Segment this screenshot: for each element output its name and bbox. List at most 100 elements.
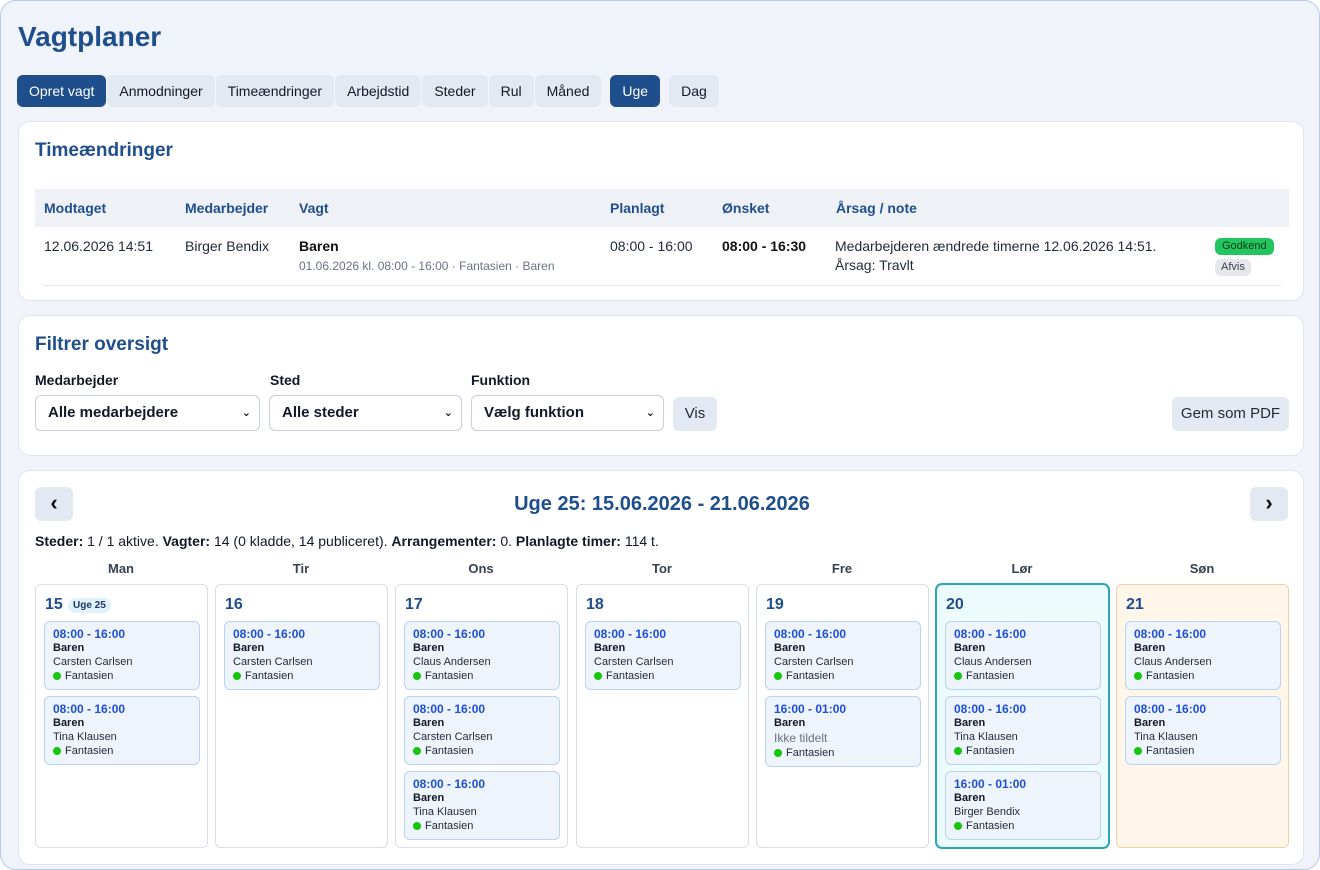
shift-function-label: Fantasien xyxy=(966,745,1015,757)
status-dot-icon xyxy=(53,747,61,755)
row-divider xyxy=(43,285,1281,286)
stats-hours-label: Planlagte timer: xyxy=(515,533,621,549)
day-name-header: Ons xyxy=(468,561,494,576)
tab-requests[interactable]: Anmodninger xyxy=(107,75,215,107)
save-pdf-button[interactable]: Gem som PDF xyxy=(1172,397,1289,431)
shift-card[interactable]: 08:00 - 16:00 Baren Tina Klausen Fantasien xyxy=(1125,696,1281,765)
reject-button[interactable]: Afvis xyxy=(1215,259,1251,276)
stats-shifts-value: 14 (0 kladde, 14 publiceret). xyxy=(213,533,388,549)
function-filter-label: Funktion xyxy=(471,372,531,388)
shift-name-cell: Baren xyxy=(299,238,339,254)
next-week-button[interactable]: › xyxy=(1250,487,1288,521)
shift-function: Fantasien xyxy=(53,744,191,758)
day-number: 19 xyxy=(766,596,784,613)
column-header-reason: Årsag / note xyxy=(836,200,917,216)
planned-cell: 08:00 - 16:00 xyxy=(610,238,693,254)
day-number: 17 xyxy=(405,596,423,613)
shift-time: 08:00 - 16:00 xyxy=(1134,627,1207,641)
shift-employee: Claus Andersen xyxy=(413,656,491,668)
day-column[interactable]: 15 Uge 25 08:00 - 16:00 Baren Carsten Carlse… xyxy=(35,584,208,848)
shift-function-label: Fantasien xyxy=(1146,670,1195,682)
shift-function: Fantasien xyxy=(413,819,551,833)
shift-card[interactable]: 08:00 - 16:00 Baren Tina Klausen Fantasien xyxy=(945,696,1101,765)
day-column[interactable]: 17 08:00 - 16:00 Baren Claus Andersen Fantas… xyxy=(395,584,568,848)
shift-function-label: Fantasien xyxy=(606,670,655,682)
day-number: 15 xyxy=(45,596,63,613)
shift-function: Fantasien xyxy=(774,746,912,760)
shift-card[interactable]: 08:00 - 16:00 Baren Carsten Carlsen Fantasi… xyxy=(44,621,200,690)
shift-card[interactable]: 16:00 - 01:00 Baren Birger Bendix Fantasien xyxy=(945,771,1101,840)
shift-card[interactable]: 16:00 - 01:00 Baren Ikke tildelt Fantasien xyxy=(765,696,921,767)
tab-hour-changes[interactable]: Timeændringer xyxy=(215,75,335,107)
shift-card[interactable]: 08:00 - 16:00 Baren Carsten Carlsen Fantasi… xyxy=(585,621,741,690)
day-column[interactable]: 20 08:00 - 16:00 Baren Claus Andersen Fantas… xyxy=(936,584,1109,848)
table-header: Modtaget Medarbejder Vagt Planlagt Ønske… xyxy=(35,189,1289,227)
shift-function: Fantasien xyxy=(233,669,371,683)
place-select[interactable]: Alle steder ⌄ xyxy=(269,395,462,431)
shift-function: Fantasien xyxy=(1134,669,1272,683)
day-column[interactable]: 19 08:00 - 16:00 Baren Carsten Carlsen Fanta… xyxy=(756,584,929,848)
day-column[interactable]: 21 08:00 - 16:00 Baren Claus Andersen Fantas… xyxy=(1116,584,1289,848)
stats-places-value: 1 / 1 aktive. xyxy=(87,533,159,549)
approve-button[interactable]: Godkend xyxy=(1215,238,1274,255)
day-name-header: Man xyxy=(108,561,134,576)
shift-employee: Carsten Carlsen xyxy=(233,656,313,668)
day-number: 20 xyxy=(946,596,964,613)
view-week[interactable]: Uge xyxy=(610,75,661,107)
chevron-down-icon: ⌄ xyxy=(443,407,453,419)
status-dot-icon xyxy=(954,822,962,830)
shift-function-label: Fantasien xyxy=(425,670,474,682)
shift-card[interactable]: 08:00 - 16:00 Baren Carsten Carlsen Fantasi… xyxy=(404,696,560,765)
shift-place: Baren xyxy=(954,717,986,729)
shift-card[interactable]: 08:00 - 16:00 Baren Claus Andersen Fantasie… xyxy=(1125,621,1281,690)
shift-function-label: Fantasien xyxy=(786,747,835,759)
shift-card[interactable]: 08:00 - 16:00 Baren Carsten Carlsen Fantasi… xyxy=(765,621,921,690)
view-day[interactable]: Dag xyxy=(669,75,719,107)
shift-employee: Tina Klausen xyxy=(954,731,1018,743)
shift-card[interactable]: 08:00 - 16:00 Baren Tina Klausen Fantasien xyxy=(44,696,200,765)
hour-changes-card: Timeændringer Modtaget Medarbejder Vagt … xyxy=(18,121,1304,301)
shift-employee: Carsten Carlsen xyxy=(413,731,493,743)
shift-function: Fantasien xyxy=(1134,744,1272,758)
shift-card[interactable]: 08:00 - 16:00 Baren Claus Andersen Fantasie… xyxy=(404,621,560,690)
shift-time: 08:00 - 16:00 xyxy=(774,627,847,641)
status-dot-icon xyxy=(774,672,782,680)
shift-employee: Carsten Carlsen xyxy=(594,656,674,668)
shift-function-label: Fantasien xyxy=(65,670,114,682)
shift-place: Baren xyxy=(954,642,986,654)
day-name-header: Lør xyxy=(1011,561,1033,576)
shift-card[interactable]: 08:00 - 16:00 Baren Tina Klausen Fantasien xyxy=(404,771,560,840)
filter-card: Filtrer oversigt Medarbejder Alle medarb… xyxy=(18,315,1304,456)
status-dot-icon xyxy=(1134,672,1142,680)
employee-select[interactable]: Alle medarbejdere ⌄ xyxy=(35,395,260,431)
shift-place: Baren xyxy=(413,717,445,729)
status-dot-icon xyxy=(594,672,602,680)
shift-function: Fantasien xyxy=(413,744,551,758)
create-shift-button[interactable]: Opret vagt xyxy=(17,75,107,107)
status-dot-icon xyxy=(954,672,962,680)
function-select[interactable]: Vælg funktion ⌄ xyxy=(471,395,664,431)
status-dot-icon xyxy=(774,749,782,757)
column-header-employee: Medarbejder xyxy=(185,200,269,216)
shift-employee: Tina Klausen xyxy=(413,806,477,818)
tab-rota[interactable]: Rul xyxy=(488,75,534,107)
shift-place: Baren xyxy=(594,642,626,654)
day-column[interactable]: 18 08:00 - 16:00 Baren Carsten Carlsen Fanta… xyxy=(576,584,749,848)
shift-place: Baren xyxy=(233,642,265,654)
shift-card[interactable]: 08:00 - 16:00 Baren Carsten Carlsen Fantasi… xyxy=(224,621,380,690)
stats-hours-value: 114 t. xyxy=(624,533,659,549)
show-button[interactable]: Vis xyxy=(673,397,717,431)
tab-places[interactable]: Steder xyxy=(422,75,488,107)
shift-function: Fantasien xyxy=(594,669,732,683)
tab-working-time[interactable]: Arbejdstid xyxy=(335,75,422,107)
stats-shifts-label: Vagter: xyxy=(162,533,211,549)
shift-employee: Carsten Carlsen xyxy=(53,656,133,668)
shift-card[interactable]: 08:00 - 16:00 Baren Claus Andersen Fantasie… xyxy=(945,621,1101,690)
view-month[interactable]: Måned xyxy=(534,75,602,107)
status-dot-icon xyxy=(53,672,61,680)
status-dot-icon xyxy=(233,672,241,680)
shift-place: Baren xyxy=(413,792,445,804)
page-title: Vagtplaner xyxy=(18,21,162,52)
day-column[interactable]: 16 08:00 - 16:00 Baren Carsten Carlsen Fanta… xyxy=(215,584,388,848)
shift-time: 08:00 - 16:00 xyxy=(53,702,126,716)
